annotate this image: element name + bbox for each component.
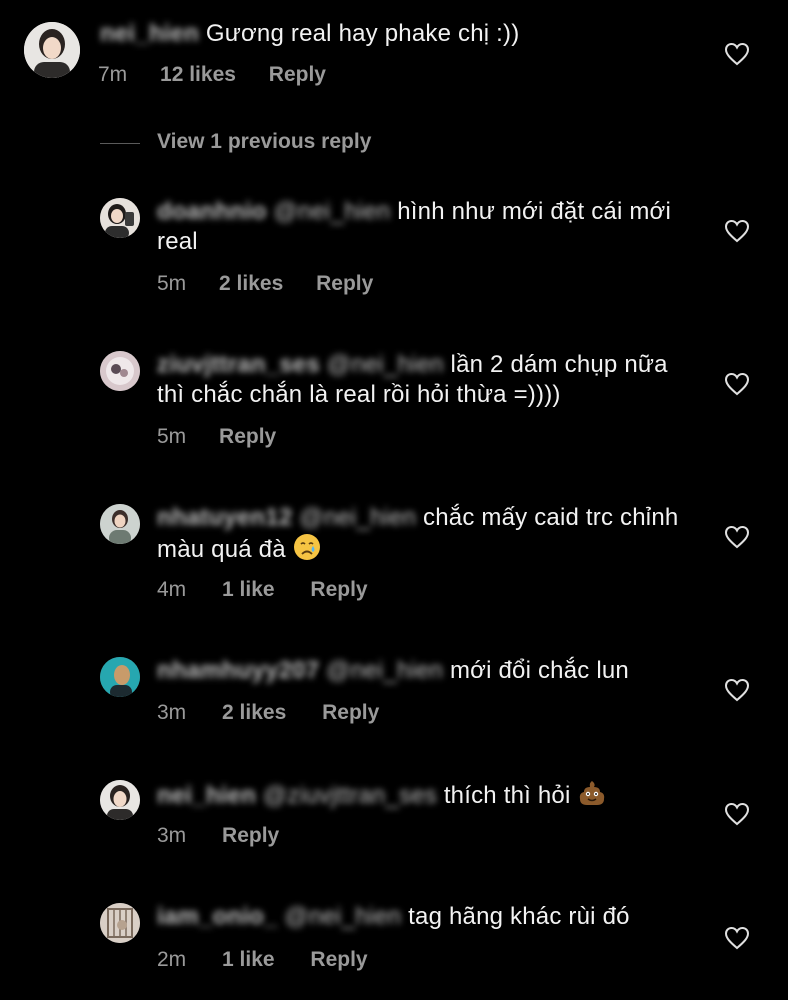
comment-text: nhamhuyy207 @nei_hien mới đổi chắc lun: [157, 656, 717, 686]
comment-username[interactable]: nhamhuyy207: [157, 657, 319, 684]
mention[interactable]: @nei_hien: [284, 903, 401, 930]
comment-meta: 5m Reply: [157, 425, 276, 449]
mention[interactable]: @nei_hien: [273, 198, 390, 225]
avatar[interactable]: [100, 903, 140, 943]
comment-time: 5m: [157, 425, 187, 448]
comment-time: 5m: [157, 272, 187, 295]
avatar[interactable]: [100, 351, 140, 391]
reply-button[interactable]: Reply: [310, 948, 367, 972]
comment-time: 2m: [157, 948, 187, 971]
comment-username[interactable]: ziuvjttran_ses: [157, 351, 320, 378]
mention[interactable]: @nei_hien: [326, 657, 443, 684]
divider: [100, 143, 140, 144]
likes-count[interactable]: 2 likes: [219, 272, 283, 296]
comment-text: nei_hien @ziuvjttran_ses thích thì hỏi: [157, 779, 717, 815]
mention[interactable]: @ziuvjttran_ses: [263, 782, 437, 809]
comment-meta: 3m Reply: [157, 824, 279, 848]
comment-time: 4m: [157, 578, 187, 601]
reply-button[interactable]: Reply: [310, 578, 367, 602]
comment-meta: 7m 12 likes Reply: [98, 63, 326, 87]
comment-username[interactable]: doanhnio: [157, 198, 267, 225]
like-heart-icon[interactable]: [724, 525, 750, 549]
comment-body: mới đổi chắc lun: [449, 657, 629, 684]
comment-text-line: nei_hien Gương real hay phake chị :)): [100, 19, 519, 49]
reply-button[interactable]: Reply: [316, 272, 373, 296]
mention[interactable]: @nei_hien: [327, 351, 444, 378]
like-heart-icon[interactable]: [724, 42, 750, 66]
comment-time: 3m: [157, 824, 187, 847]
like-heart-icon[interactable]: [724, 372, 750, 396]
view-previous-label[interactable]: View 1 previous reply: [157, 130, 371, 154]
comment-meta: 5m 2 likes Reply: [157, 272, 373, 296]
avatar[interactable]: [24, 22, 80, 78]
comment-time: 3m: [157, 701, 187, 724]
comment-text: nhatuyen12 @nei_hien chắc mấy caid trc c…: [157, 503, 697, 569]
poop-icon: [577, 779, 607, 815]
likes-count[interactable]: 2 likes: [222, 701, 286, 725]
likes-count[interactable]: 12 likes: [160, 63, 236, 87]
comment-text: iam_onio_ @nei_hien tag hãng khác rùi đó: [157, 902, 717, 932]
comment-username[interactable]: nei_hien: [157, 782, 256, 809]
comment-body: thích thì hỏi: [443, 782, 571, 809]
reply-button[interactable]: Reply: [322, 701, 379, 725]
reply-button[interactable]: Reply: [222, 824, 279, 848]
likes-count[interactable]: 1 like: [222, 578, 275, 602]
comment-body: Gương real hay phake chị :)): [205, 20, 520, 47]
like-heart-icon[interactable]: [724, 926, 750, 950]
comment-body: tag hãng khác rùi đó: [408, 903, 630, 930]
avatar[interactable]: [100, 198, 140, 238]
avatar[interactable]: [100, 780, 140, 820]
comment-meta: 2m 1 like Reply: [157, 948, 368, 972]
comment-meta: 3m 2 likes Reply: [157, 701, 379, 725]
comment-username[interactable]: nei_hien: [100, 20, 199, 47]
like-heart-icon[interactable]: [724, 678, 750, 702]
comment-username[interactable]: iam_onio_: [157, 903, 278, 930]
reply-button[interactable]: Reply: [219, 425, 276, 449]
comment-meta: 4m 1 like Reply: [157, 578, 368, 602]
likes-count[interactable]: 1 like: [222, 948, 275, 972]
avatar[interactable]: [100, 657, 140, 697]
mention[interactable]: @nei_hien: [299, 504, 416, 531]
comment-time: 7m: [98, 63, 128, 86]
like-heart-icon[interactable]: [724, 802, 750, 826]
reply-button[interactable]: Reply: [269, 63, 326, 87]
comment-text: doanhnio @nei_hien hình như mới đặt cái …: [157, 197, 697, 257]
crying-face-icon: [293, 533, 321, 569]
comment-text: ziuvjttran_ses @nei_hien lần 2 dám chụp …: [157, 350, 697, 410]
avatar[interactable]: [100, 504, 140, 544]
comment-username[interactable]: nhatuyen12: [157, 504, 292, 531]
like-heart-icon[interactable]: [724, 219, 750, 243]
